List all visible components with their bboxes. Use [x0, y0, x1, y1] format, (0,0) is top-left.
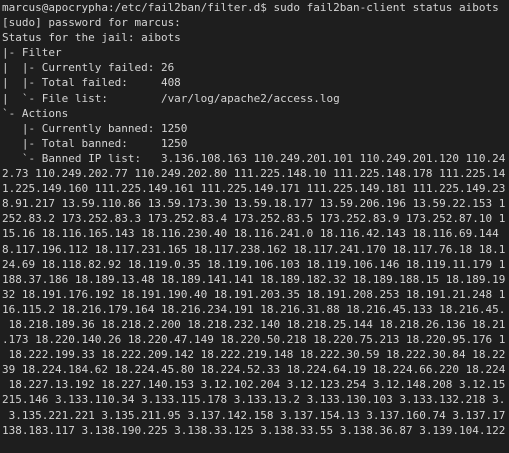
output-line: 8.91.217 13.59.110.86 13.59.173.30 13.59…: [2, 197, 506, 211]
shell-prompt: marcus@apocrypha:/etc/fail2ban/filter.d$: [2, 1, 267, 14]
output-line: |- Total banned: 1250: [2, 136, 188, 150]
output-line: |- Filter: [2, 46, 62, 60]
output-line: `- Banned IP list: 3.136.108.163 110.249…: [2, 151, 506, 165]
output-line: 252.83.2 173.252.83.3 173.252.83.4 173.2…: [2, 212, 506, 226]
output-line: 32 18.191.176.192 18.191.190.40 18.191.2…: [2, 287, 506, 301]
terminal-window[interactable]: marcus@apocrypha:/etc/fail2ban/filter.d$…: [0, 0, 509, 453]
output-line: | |- Total failed: 408: [2, 76, 181, 90]
output-line: 1.225.149.160 111.225.149.161 111.225.14…: [2, 182, 506, 196]
output-line: | |- Currently failed: 26: [2, 61, 175, 75]
output-line: | `- File list: /var/log/apache2/access.…: [2, 91, 340, 105]
output-line: Status for the jail: aibots: [2, 31, 181, 45]
output-line: 39 18.224.184.62 18.224.45.80 18.224.52.…: [2, 363, 506, 377]
output-line: 24.69 18.118.82.92 18.119.0.35 18.119.10…: [2, 257, 506, 271]
output-line: .173 18.220.140.26 18.220.47.149 18.220.…: [2, 333, 506, 347]
output-line: [sudo] password for marcus:: [2, 16, 181, 30]
output-line: 2.73 110.249.202.77 110.249.202.80 111.2…: [2, 167, 506, 181]
output-line: `- Actions: [2, 106, 69, 120]
output-line: 18.227.13.192 18.227.140.153 3.12.102.20…: [2, 378, 506, 392]
output-line: 15.16 18.116.165.143 18.116.230.40 18.11…: [2, 227, 499, 241]
command-text: sudo fail2ban-client status aibots: [266, 1, 499, 14]
output-line: 16.115.2 18.216.179.164 18.216.234.191 1…: [2, 302, 506, 316]
output-line: 18.218.189.36 18.218.2.200 18.218.232.14…: [2, 317, 506, 331]
output-line: 18.222.199.33 18.222.209.142 18.222.219.…: [2, 348, 506, 362]
output-line: 188.37.186 18.189.13.48 18.189.141.141 1…: [2, 272, 506, 286]
output-line: 3.135.221.221 3.135.211.95 3.137.142.158…: [2, 408, 506, 422]
output-line: 8.117.196.112 18.117.231.165 18.117.238.…: [2, 242, 506, 256]
output-line: 215.146 3.133.110.34 3.133.115.178 3.133…: [2, 393, 506, 407]
output-line: |- Currently banned: 1250: [2, 121, 188, 135]
prompt-line: marcus@apocrypha:/etc/fail2ban/filter.d$…: [2, 0, 509, 15]
output-line: 138.183.117 3.138.190.225 3.138.33.125 3…: [2, 423, 506, 437]
